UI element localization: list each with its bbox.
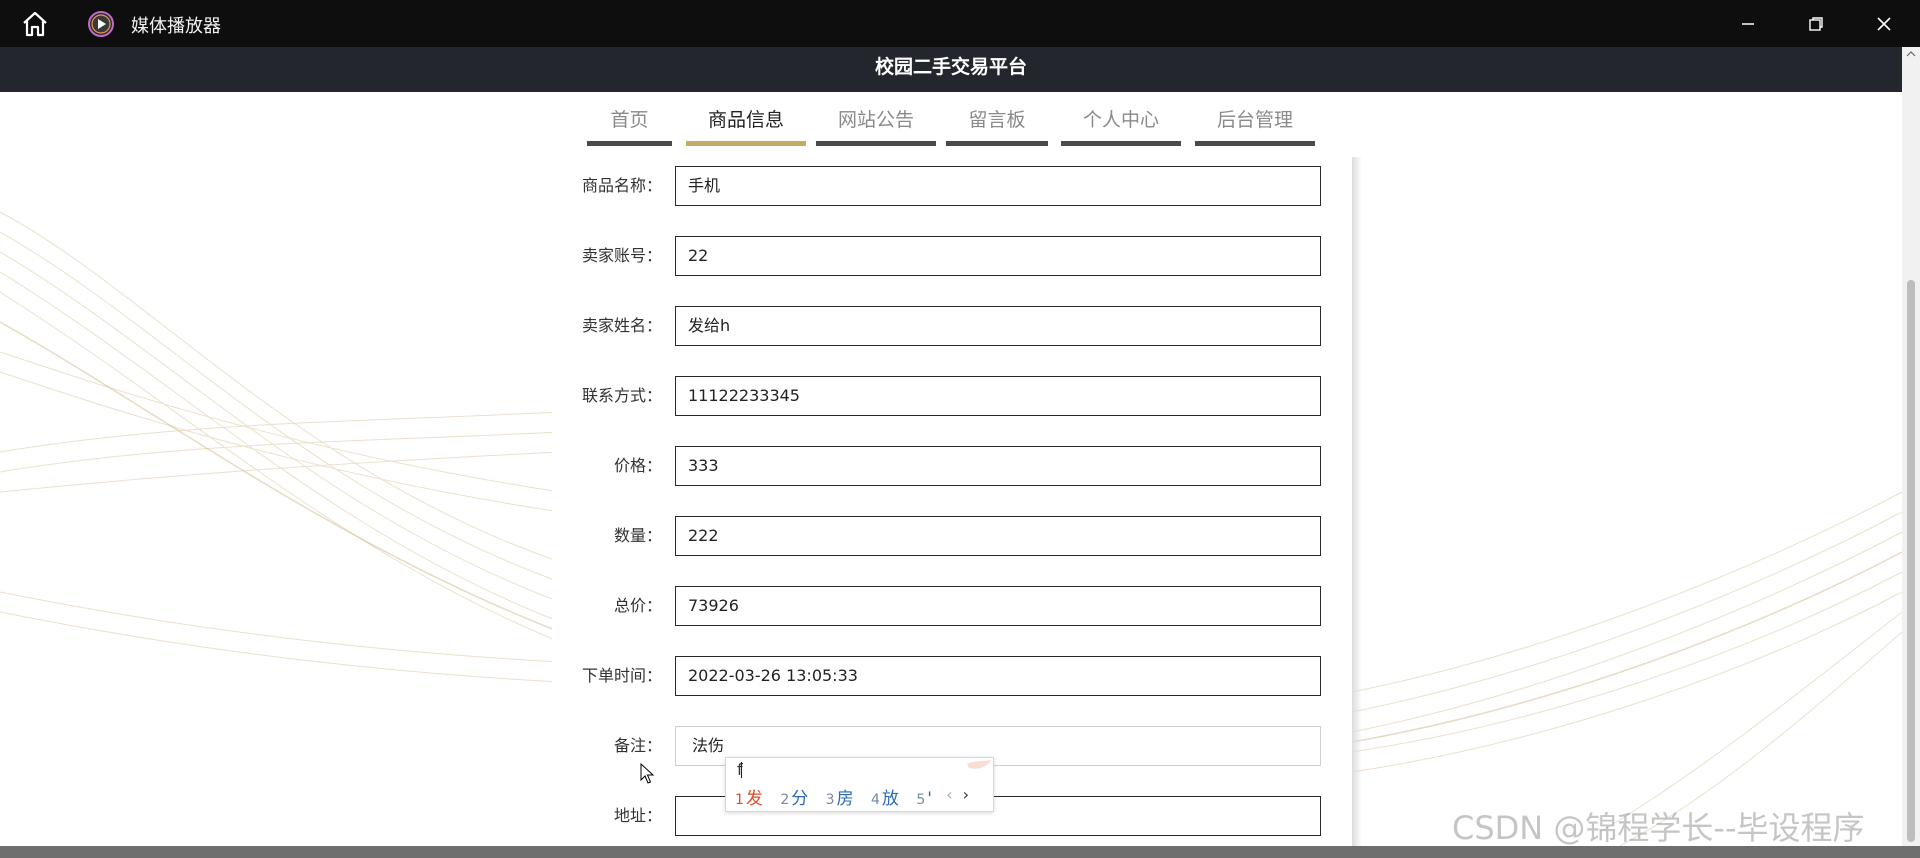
total-price-input[interactable]: 73926 bbox=[675, 586, 1321, 626]
field-label: 备注： bbox=[613, 736, 662, 755]
nav-item-home[interactable]: 首页 bbox=[587, 92, 672, 146]
seller-name-input[interactable]: 发给h bbox=[675, 306, 1321, 346]
site-title: 校园二手交易平台 bbox=[874, 56, 1027, 78]
form-row: 联系方式： 11122233345 bbox=[552, 376, 1352, 416]
ime-candidates: 1发 2分 3房 4放 5 ' bbox=[735, 784, 944, 809]
ime-skin-icon bbox=[963, 758, 993, 778]
ime-candidate[interactable]: 1发 bbox=[735, 784, 763, 809]
form-row: 总价： 73926 bbox=[552, 586, 1352, 626]
ime-candidate[interactable]: 5 ' bbox=[916, 789, 932, 809]
product-name-input[interactable]: 手机 bbox=[675, 166, 1321, 206]
main-nav: 首页 商品信息 网站公告 留言板 个人中心 后台管理 bbox=[0, 92, 1902, 150]
ime-page-nav: ‹ › bbox=[946, 785, 969, 804]
media-player-logo-icon bbox=[88, 11, 114, 37]
app-title: 媒体播放器 bbox=[131, 16, 221, 37]
form-row: 下单时间： 2022-03-26 13:05:33 bbox=[552, 656, 1352, 696]
home-icon[interactable] bbox=[20, 10, 50, 38]
field-label: 卖家账号： bbox=[581, 246, 662, 265]
order-time-input[interactable]: 2022-03-26 13:05:33 bbox=[675, 656, 1321, 696]
restore-button[interactable] bbox=[1802, 10, 1830, 38]
field-label: 下单时间： bbox=[581, 666, 662, 685]
field-label: 总价： bbox=[613, 596, 662, 615]
form-row: 卖家账号： 22 bbox=[552, 236, 1352, 276]
nav-item-announcements[interactable]: 网站公告 bbox=[816, 92, 936, 146]
field-label: 商品名称： bbox=[581, 176, 662, 195]
panel-shadow bbox=[1352, 157, 1362, 846]
watermark: CSDN @锦程学长--毕设程序 bbox=[1452, 809, 1865, 847]
page-scrollbar[interactable] bbox=[1902, 47, 1920, 846]
contact-input[interactable]: 11122233345 bbox=[675, 376, 1321, 416]
ime-candidate[interactable]: 4放 bbox=[871, 784, 899, 809]
ime-prev-page-icon[interactable]: ‹ bbox=[946, 785, 952, 804]
product-form: 商品名称： 手机 卖家账号： 22 卖家姓名： 发给h 联系方式： 111222… bbox=[552, 157, 1352, 846]
ime-candidate[interactable]: 2分 bbox=[780, 784, 808, 809]
mouse-cursor-icon bbox=[640, 762, 656, 785]
nav-item-admin[interactable]: 后台管理 bbox=[1195, 92, 1315, 146]
field-label: 价格： bbox=[613, 456, 662, 475]
ime-caret bbox=[741, 762, 742, 778]
ime-candidate-popup: f 1发 2分 3房 4放 5 ' ‹ › bbox=[725, 757, 994, 812]
seller-account-input[interactable]: 22 bbox=[675, 236, 1321, 276]
nav-item-products[interactable]: 商品信息 bbox=[686, 92, 806, 146]
field-label: 数量： bbox=[613, 526, 662, 545]
field-label: 联系方式： bbox=[581, 386, 662, 405]
site-header: 校园二手交易平台 bbox=[0, 47, 1902, 92]
player-bottom-bar bbox=[0, 846, 1920, 858]
media-player-titlebar: 媒体播放器 bbox=[0, 0, 1920, 47]
nav-item-message-board[interactable]: 留言板 bbox=[946, 92, 1048, 146]
close-button[interactable] bbox=[1870, 10, 1898, 38]
form-row: 价格： 333 bbox=[552, 446, 1352, 486]
price-input[interactable]: 333 bbox=[675, 446, 1321, 486]
quantity-input[interactable]: 222 bbox=[675, 516, 1321, 556]
field-label: 卖家姓名： bbox=[581, 316, 662, 335]
nav-item-personal-center[interactable]: 个人中心 bbox=[1061, 92, 1181, 146]
form-row: 卖家姓名： 发给h bbox=[552, 306, 1352, 346]
ime-next-page-icon[interactable]: › bbox=[963, 785, 969, 804]
form-row: 数量： 222 bbox=[552, 516, 1352, 556]
scroll-up-arrow-icon[interactable] bbox=[1902, 47, 1920, 61]
form-row: 商品名称： 手机 bbox=[552, 166, 1352, 206]
field-label: 地址： bbox=[613, 806, 662, 825]
scrollbar-thumb[interactable] bbox=[1907, 280, 1915, 842]
ime-candidate[interactable]: 3房 bbox=[826, 784, 854, 809]
minimize-button[interactable] bbox=[1734, 10, 1762, 38]
